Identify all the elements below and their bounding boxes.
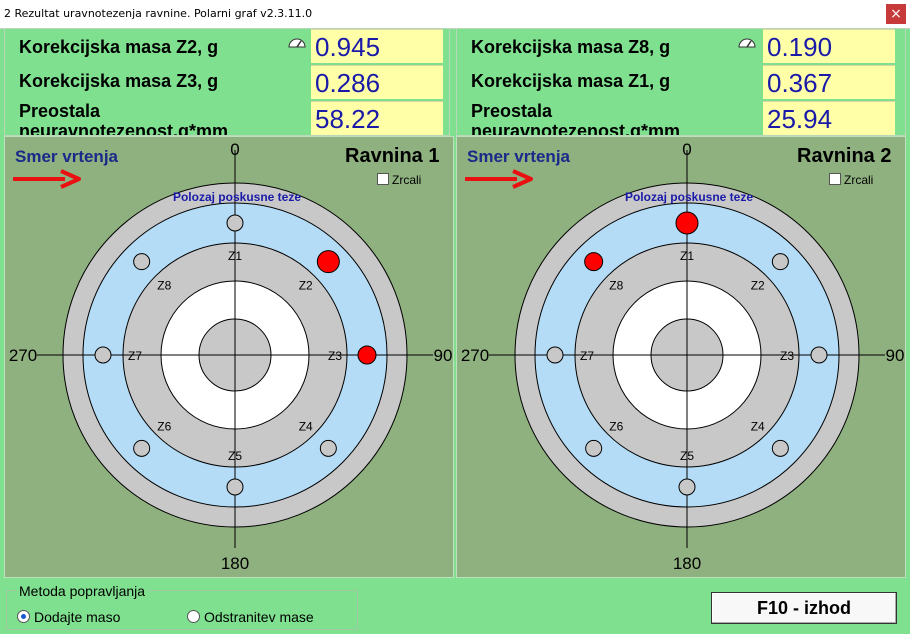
zone-marker-z4 bbox=[771, 439, 789, 457]
correction-mass-small-z3 bbox=[357, 345, 377, 365]
window-title: 2 Rezultat uravnotezenja ravnine. Polarn… bbox=[4, 7, 313, 20]
right-label-residual: Preostala neuravnotezenost,g*mm bbox=[471, 101, 681, 135]
zone-label-z1: Z1 bbox=[228, 249, 242, 263]
zone-label-z3: Z3 bbox=[328, 349, 342, 363]
zone-label-z8: Z8 bbox=[157, 278, 171, 292]
zone-marker-z4 bbox=[319, 439, 337, 457]
radio-selected-icon[interactable] bbox=[17, 610, 30, 623]
scale-icon bbox=[287, 35, 307, 52]
zone-marker-z1 bbox=[226, 214, 244, 232]
zone-label-z5: Z5 bbox=[680, 449, 694, 463]
zone-marker-z2 bbox=[771, 253, 789, 271]
right-info-panel: Korekcijska masa Z8, g 0.190 Korekcijska… bbox=[456, 28, 906, 136]
left-label-z3: Korekcijska masa Z3, g bbox=[19, 71, 219, 91]
angle-label-180: 180 bbox=[221, 554, 249, 573]
zone-marker-z7 bbox=[546, 346, 564, 364]
scale-icon bbox=[737, 35, 757, 52]
right-value-z8: 0.190 bbox=[763, 29, 895, 63]
zone-label-z8: Z8 bbox=[609, 278, 623, 292]
angle-label-180: 180 bbox=[673, 554, 701, 573]
left-label-z2: Korekcijska masa Z2, g bbox=[19, 37, 219, 57]
zone-label-z3: Z3 bbox=[780, 349, 794, 363]
group-title: Metoda popravljanja bbox=[17, 583, 148, 599]
left-value-residual: 58.22 bbox=[311, 101, 443, 135]
correction-mass-large-z2 bbox=[316, 250, 340, 274]
radio-add-label: Dodajte maso bbox=[34, 609, 121, 625]
correction-mass-large-z1 bbox=[675, 211, 699, 235]
right-value-residual: 25.94 bbox=[763, 101, 895, 135]
polar-plot-plane1: 0 90 180 270 Polozaj poskusne teze Z1 Z2 Z3 Z4 Z5… bbox=[9, 140, 453, 573]
left-label-residual: Preostala neuravnotezenost,g*mm bbox=[19, 101, 229, 135]
angle-label-270: 270 bbox=[9, 346, 37, 365]
correction-mass-small-z8 bbox=[584, 252, 604, 272]
close-button[interactable]: × bbox=[886, 4, 906, 24]
zone-marker-z6 bbox=[133, 439, 151, 457]
radio-remove-mass[interactable]: Odstranitev mase bbox=[187, 609, 314, 625]
left-info-panel: Korekcijska masa Z2, g 0.945 Korekcijska… bbox=[4, 28, 450, 136]
zone-label-z4: Z4 bbox=[751, 420, 765, 434]
radio-remove-label: Odstranitev mase bbox=[204, 609, 314, 625]
zone-label-z1: Z1 bbox=[680, 249, 694, 263]
trial-weight-label: Polozaj poskusne teze bbox=[173, 190, 301, 204]
plane2-graph: Smer vrtenja Ravnina 2 Zrcali 0 90 180 270 P… bbox=[456, 136, 906, 578]
radio-unselected-icon[interactable] bbox=[187, 610, 200, 623]
angle-label-0: 0 bbox=[682, 140, 691, 159]
angle-label-270: 270 bbox=[461, 346, 489, 365]
polar-plot-plane2: 0 90 180 270 Polozaj poskusne teze Z1 Z2 Z3 Z4 Z5… bbox=[461, 140, 905, 573]
correction-method-group: Metoda popravljanja Dodajte maso Odstran… bbox=[6, 583, 358, 630]
left-value-z3: 0.286 bbox=[311, 65, 443, 99]
angle-label-90: 90 bbox=[434, 346, 453, 365]
right-label-z1: Korekcijska masa Z1, g bbox=[471, 71, 671, 91]
zone-marker-z3 bbox=[810, 346, 828, 364]
title-bar: 2 Rezultat uravnotezenja ravnine. Polarn… bbox=[0, 0, 910, 29]
zone-marker-z5 bbox=[678, 478, 696, 496]
angle-label-90: 90 bbox=[886, 346, 905, 365]
angle-label-0: 0 bbox=[230, 140, 239, 159]
zone-label-z5: Z5 bbox=[228, 449, 242, 463]
trial-weight-label: Polozaj poskusne teze bbox=[625, 190, 753, 204]
plane1-graph: Smer vrtenja Ravnina 1 Zrcali 0 90 180 270 P… bbox=[4, 136, 454, 578]
left-value-z2: 0.945 bbox=[311, 29, 443, 63]
zone-label-z7: Z7 bbox=[128, 349, 142, 363]
zone-marker-z8 bbox=[133, 253, 151, 271]
zone-label-z2: Z2 bbox=[299, 278, 313, 292]
zone-label-z2: Z2 bbox=[751, 278, 765, 292]
zone-marker-z7 bbox=[94, 346, 112, 364]
exit-button[interactable]: F10 - izhod bbox=[711, 592, 897, 624]
right-value-z1: 0.367 bbox=[763, 65, 895, 99]
zone-label-z6: Z6 bbox=[609, 420, 623, 434]
right-label-z8: Korekcijska masa Z8, g bbox=[471, 37, 671, 57]
zone-label-z7: Z7 bbox=[580, 349, 594, 363]
zone-marker-z6 bbox=[585, 439, 603, 457]
radio-add-mass[interactable]: Dodajte maso bbox=[17, 609, 120, 625]
zone-marker-z5 bbox=[226, 478, 244, 496]
zone-label-z6: Z6 bbox=[157, 420, 171, 434]
zone-label-z4: Z4 bbox=[299, 420, 313, 434]
